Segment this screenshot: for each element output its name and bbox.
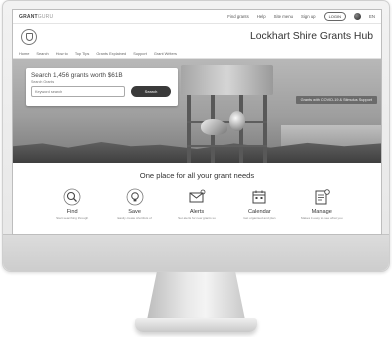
nav-item-support[interactable]: Support: [133, 51, 147, 56]
envelope-icon: [188, 188, 206, 206]
monitor-frame: GRANTGURU Find grants Help Site menu Sig…: [2, 0, 390, 272]
login-button[interactable]: LOGIN: [323, 12, 347, 21]
toplink-help[interactable]: Help: [257, 14, 266, 19]
toplink-site-menu[interactable]: Site menu: [274, 14, 293, 19]
nav-item-home[interactable]: Home: [19, 51, 29, 56]
search-panel: Search 1,456 grants worth $61B Search Gr…: [26, 68, 178, 106]
top-links: Find grants Help Site menu Sign up LOGIN…: [227, 12, 375, 21]
flag-icon[interactable]: [354, 13, 362, 20]
nav-item-top-tips[interactable]: Top Tips: [75, 51, 90, 56]
feature-calendar[interactable]: Calendar Get organised and plan: [236, 188, 282, 220]
brand-light: GURU: [37, 13, 54, 20]
feature-list: Find Start searching through Save Easily…: [13, 188, 381, 220]
feature-save[interactable]: Save Easily create shortlists of: [112, 188, 158, 220]
feature-label: Save: [128, 209, 141, 215]
feature-desc: Set alerts for new grants so: [178, 216, 216, 220]
brand-bold: GRANT: [19, 13, 38, 20]
site-header: Lockhart Shire Grants Hub: [13, 24, 381, 49]
feature-label: Alerts: [189, 209, 205, 215]
feature-label: Calendar: [248, 209, 271, 215]
search-label: Search Grants: [31, 80, 55, 84]
top-bar: GRANTGURU Find grants Help Site menu Sig…: [13, 10, 381, 24]
bird-mural-icon: [229, 111, 245, 131]
search-input[interactable]: [31, 86, 125, 97]
monitor-stand-foot: [135, 318, 257, 332]
magnifier-icon: [63, 188, 81, 206]
feature-desc: Get organised and plan: [243, 216, 276, 220]
tagline: One place for all your grant needs: [139, 171, 255, 180]
nav-item-grant-writers[interactable]: Grant Writers: [154, 51, 177, 56]
nav-item-grants-explained[interactable]: Grants Explained: [96, 51, 126, 56]
feature-find[interactable]: Find Start searching through: [49, 188, 95, 220]
bird-mural-icon: [201, 119, 227, 135]
feature-desc: Start searching through: [56, 216, 89, 220]
feature-label: Find: [66, 209, 78, 215]
search-button[interactable]: Search: [131, 86, 171, 97]
language-label[interactable]: EN: [369, 14, 375, 19]
feature-alerts[interactable]: Alerts Set alerts for new grants so: [174, 188, 220, 220]
toplink-find-grants[interactable]: Find grants: [227, 14, 249, 19]
nav-item-search[interactable]: Search: [36, 51, 48, 56]
covid-support-banner[interactable]: Grants with COVID-19 & Stimulus Support: [295, 96, 377, 104]
document-gear-icon: [313, 188, 331, 206]
water-tower-image: [181, 59, 273, 163]
search-title: Search 1,456 grants worth $61B: [31, 72, 123, 79]
calendar-icon: [250, 188, 268, 206]
feature-label: Manage: [311, 209, 332, 215]
hero-banner: Search 1,456 grants worth $61B Search Gr…: [13, 59, 381, 163]
brand-logo[interactable]: GRANTGURU: [19, 14, 53, 20]
bulb-icon: [126, 188, 144, 206]
main-nav: Home Search How to Top Tips Grants Expla…: [13, 49, 381, 59]
feature-desc: Easily create shortlists of: [117, 216, 152, 220]
monitor-stand-neck: [147, 272, 245, 320]
council-crest-icon[interactable]: [21, 28, 37, 45]
nav-item-how-to[interactable]: How to: [56, 51, 68, 56]
screen: GRANTGURU Find grants Help Site menu Sig…: [12, 9, 382, 235]
feature-desc: Makes it easy to see what you: [301, 216, 343, 220]
feature-manage[interactable]: Manage Makes it easy to see what you: [299, 188, 345, 220]
toplink-sign-up[interactable]: Sign up: [301, 14, 316, 19]
site-title: Lockhart Shire Grants Hub: [249, 31, 373, 42]
monitor-chin: [3, 234, 389, 271]
